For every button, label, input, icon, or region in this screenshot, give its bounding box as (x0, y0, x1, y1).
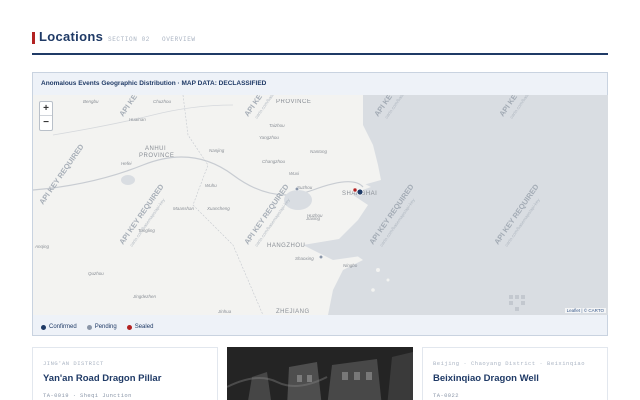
legend-item-pending: Pending (86, 324, 117, 330)
map-panel: Anomalous Events Geographic Distribution… (32, 72, 608, 336)
land-mass (33, 95, 381, 315)
section-sublabel: OVERVIEW (162, 36, 196, 43)
city-label: Changzhou (262, 159, 286, 164)
city-label: Huzhou (307, 213, 323, 218)
legend-dot-icon (126, 324, 132, 330)
section-header: Locations SECTION 02 OVERVIEW (32, 29, 608, 55)
city-label: Maanshan (173, 206, 195, 211)
card-title[interactable]: Beixinqiao Dragon Well (433, 373, 539, 384)
tile-artifact (509, 295, 525, 311)
card-meta: JING'AN DISTRICT (43, 360, 104, 367)
city-label: Xuancheng (206, 206, 230, 211)
city-label: Jinhua (217, 309, 232, 314)
accent-bar (32, 32, 35, 44)
chaohu-lake (121, 175, 135, 185)
city-label: Tongling (138, 228, 155, 233)
province-label: ZHEJIANG (276, 309, 310, 315)
event-marker-pending[interactable] (294, 186, 300, 192)
section-label: SECTION 02 (108, 36, 151, 43)
island (376, 268, 380, 272)
legend-label: Pending (94, 324, 117, 330)
map-caption: Anomalous Events Geographic Distribution… (41, 80, 267, 87)
card-id: TA-0022 (433, 392, 459, 399)
zoom-control: + − (39, 101, 53, 131)
legend-dot-icon (41, 324, 46, 330)
city-label: Wuxi (289, 171, 300, 176)
map-attribution[interactable]: Leaflet | © CARTO (564, 308, 606, 313)
zoom-out-button[interactable]: − (40, 116, 52, 130)
event-marker-pending[interactable] (318, 254, 324, 260)
map-legend: Confirmed Pending Sealed (41, 322, 163, 332)
legend-dot-icon (86, 324, 92, 330)
city-label: Bengbu (83, 99, 99, 104)
api-key-watermark: API KEY REQUIRED (492, 182, 541, 246)
city-label-major: HANGZHOU (267, 243, 305, 249)
city-label: Nanjing (209, 148, 225, 153)
card-id: TA-0019 · Sheqi Junction (43, 392, 132, 399)
event-marker-sealed[interactable] (352, 187, 358, 193)
legend-label: Confirmed (49, 324, 77, 330)
city-label: Hefei (121, 161, 133, 166)
city-label: Nantong (310, 149, 328, 154)
province-label: PROVINCE (139, 153, 174, 159)
event-marker-confirmed[interactable] (356, 188, 364, 196)
legend-item-sealed: Sealed (126, 324, 154, 330)
city-label: Suzhou (297, 185, 313, 190)
city-label: Taizhou (269, 123, 285, 128)
page-title: Locations (39, 29, 104, 44)
city-label: Quzhou (88, 271, 104, 276)
province-label: PROVINCE (276, 99, 311, 105)
city-label: Yangzhou (259, 135, 279, 140)
city-label: Chuzhou (153, 99, 172, 104)
location-card[interactable]: JING'AN DISTRICT Yan'an Road Dragon Pill… (32, 347, 218, 400)
province-label: ANHUI (145, 146, 166, 152)
location-photo (227, 347, 413, 400)
location-card[interactable]: Beijing · Chaoyang District · Beixinqiao… (422, 347, 608, 400)
city-label: Ningbo (343, 263, 358, 268)
location-card-photo[interactable] (227, 347, 413, 400)
map-canvas[interactable]: API KEY REQUIRED API KEY REQUIRED API KE… (33, 95, 608, 315)
card-title[interactable]: Yan'an Road Dragon Pillar (43, 373, 161, 384)
city-label: Huainan (129, 117, 146, 122)
legend-label: Sealed (134, 324, 154, 330)
legend-item-confirmed: Confirmed (41, 324, 77, 330)
city-label: Jingdezhen (132, 294, 157, 299)
zoom-in-button[interactable]: + (40, 102, 52, 116)
map-tiles: API KEY REQUIRED API KEY REQUIRED API KE… (33, 95, 546, 315)
city-label: Shaoxing (295, 256, 314, 261)
city-label: Wuhu (205, 183, 217, 188)
card-meta: Beijing · Chaoyang District · Beixinqiao (433, 360, 586, 367)
city-label: Anqing (34, 244, 50, 249)
island (371, 288, 375, 292)
island (386, 278, 390, 282)
